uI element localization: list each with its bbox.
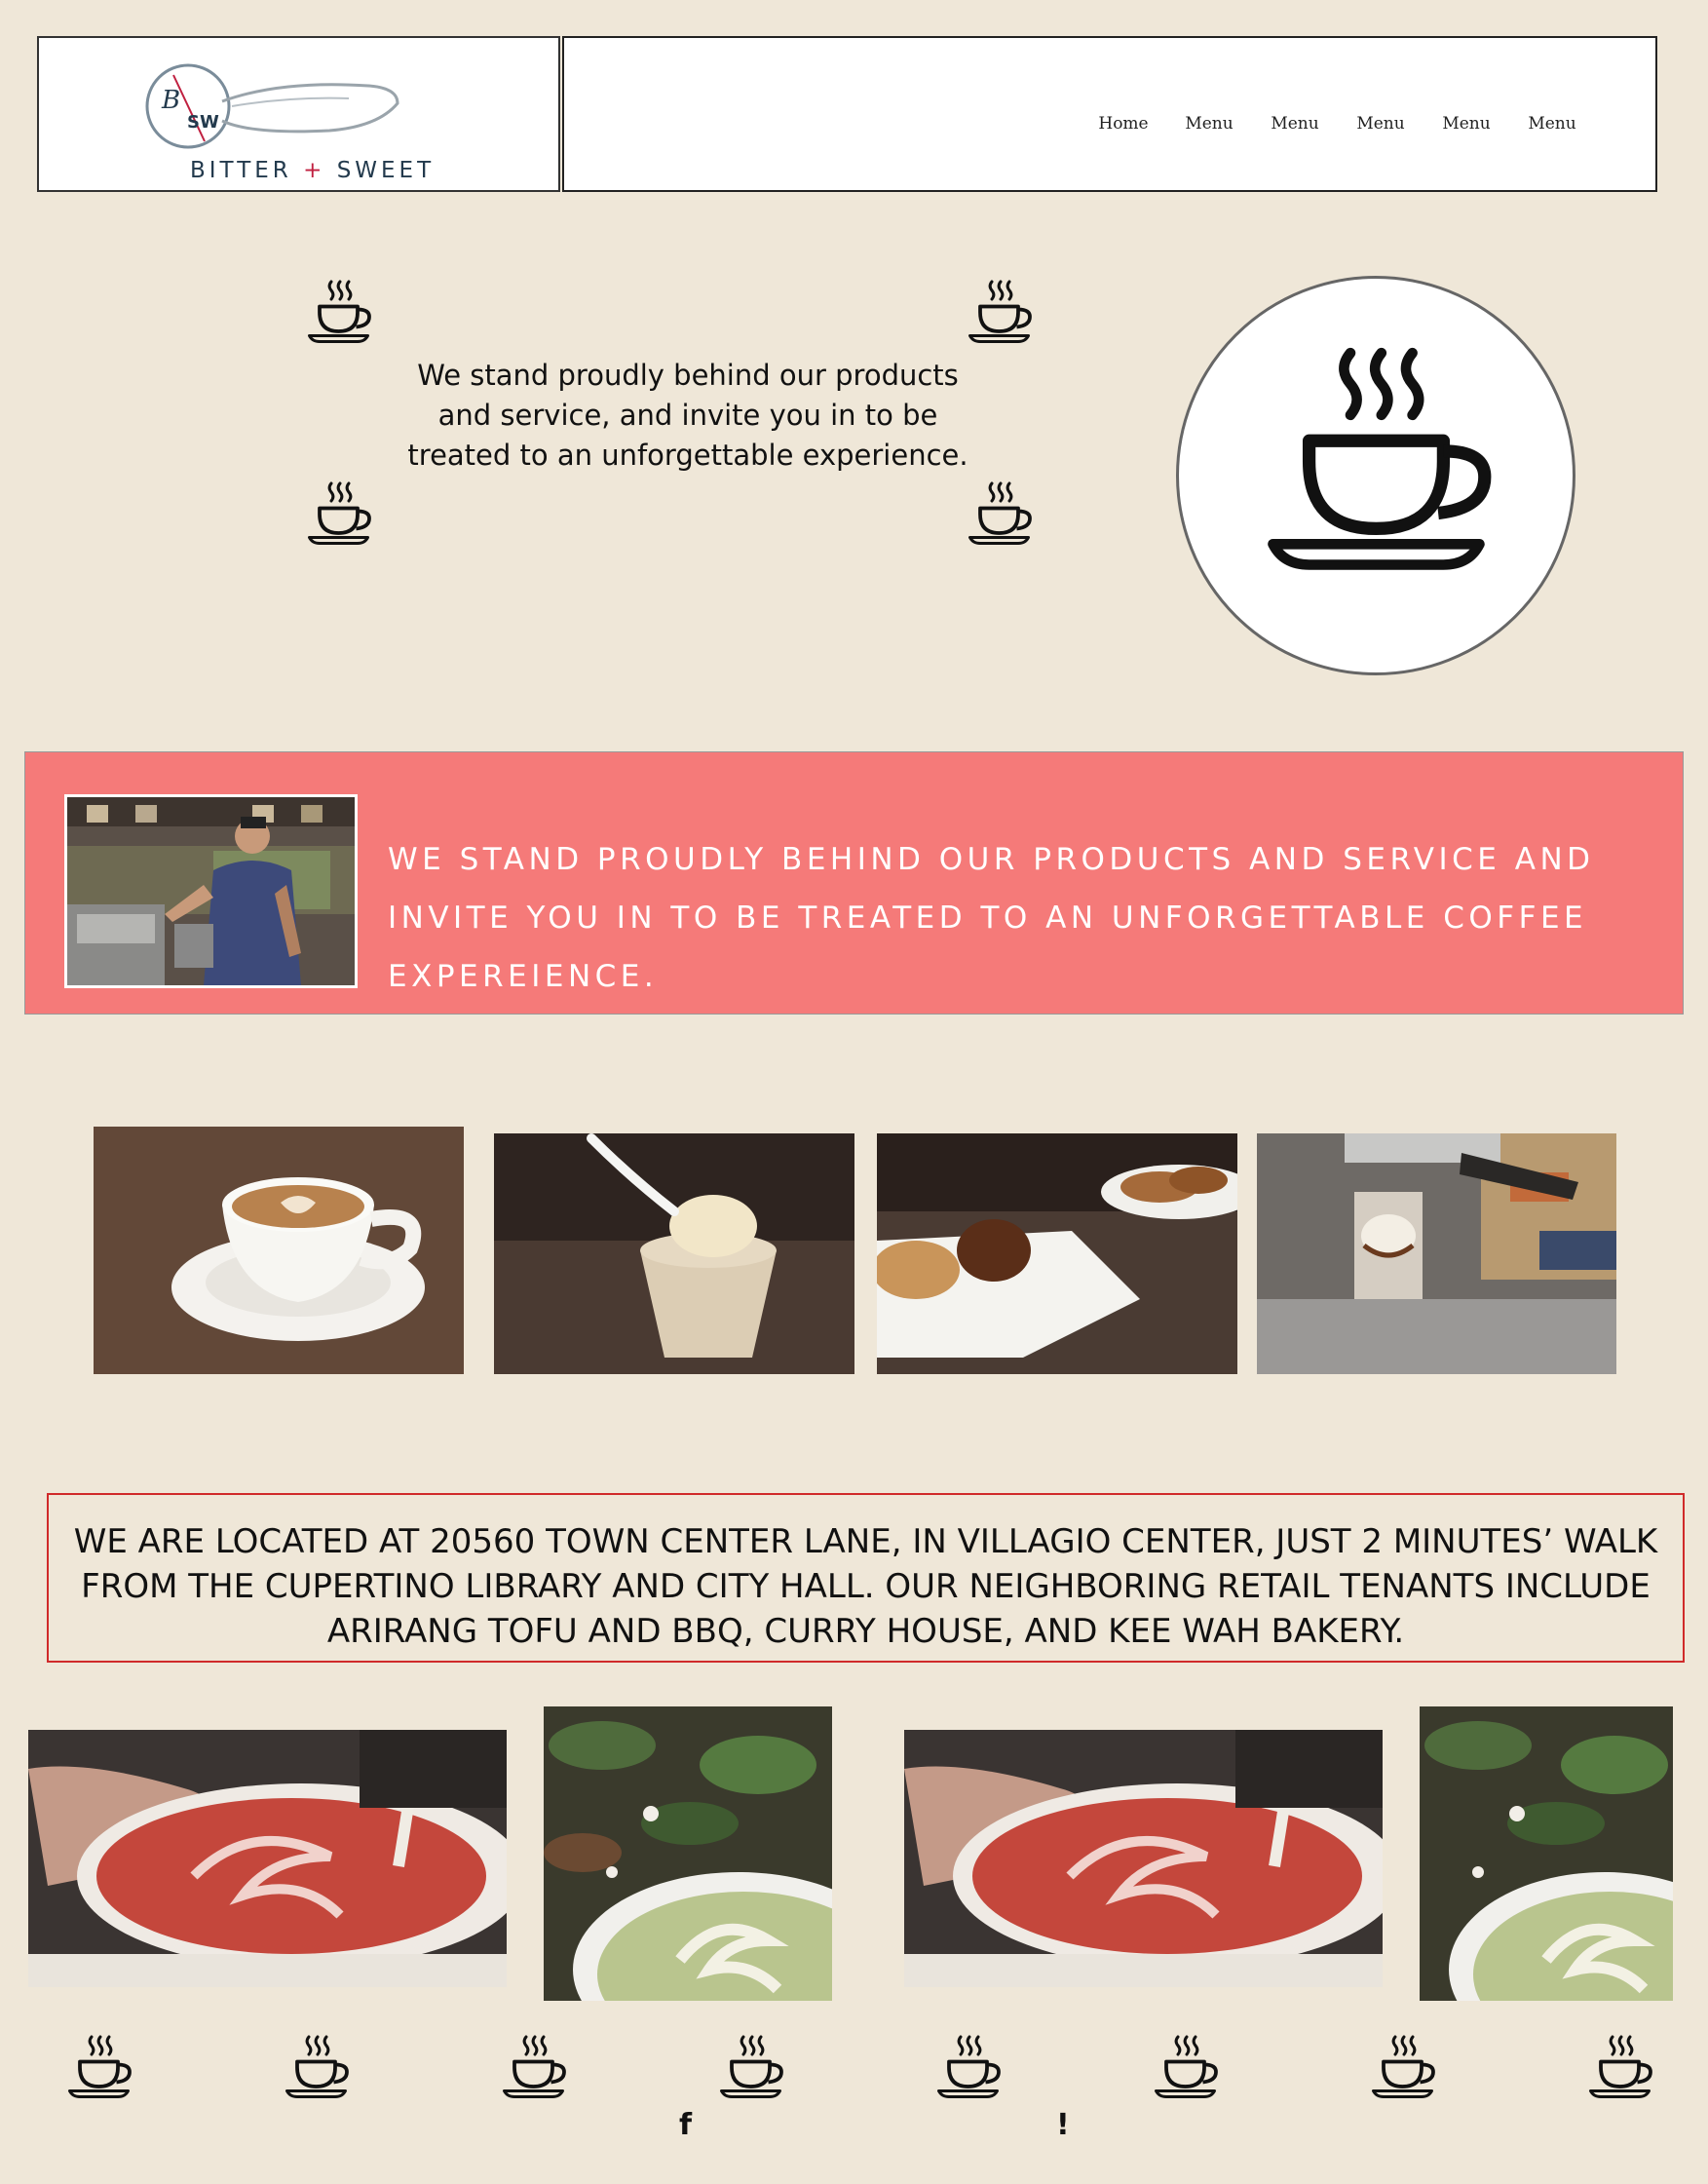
pastries-plate-photo (877, 1133, 1237, 1374)
logo-monogram-b: B (161, 86, 180, 115)
coffee-cup-icon (1583, 2031, 1656, 2104)
coffee-cup-icon (1366, 2031, 1439, 2104)
banner-text: WE STAND PROUDLY BEHIND OUR PRODUCTS AND… (388, 842, 1595, 994)
ice-cream-cup-photo (494, 1133, 854, 1374)
alert-icon[interactable]: ! (1056, 2108, 1070, 2142)
coffee-cup-icon (302, 276, 375, 349)
red-latte-pour-photo (28, 1730, 507, 1987)
navigation-bar: Home Menu Menu Menu Menu Menu (562, 36, 1657, 192)
promo-banner: WE STAND PROUDLY BEHIND OUR PRODUCTS AND… (24, 751, 1684, 1015)
coffee-cup-icon (280, 2031, 353, 2104)
nav-menu-2[interactable]: Menu (1252, 114, 1338, 134)
logo-monogram-sw: SW (187, 112, 219, 133)
nav-home[interactable]: Home (1081, 114, 1166, 134)
facebook-icon[interactable]: f (679, 2108, 692, 2142)
coffee-cup-icon (1247, 332, 1505, 591)
logo-wordmark: BITTER + SWEET (190, 158, 436, 183)
coffee-cup-icon (1149, 2031, 1222, 2104)
coffee-cup-icon (963, 276, 1036, 349)
nav-menu-4[interactable]: Menu (1423, 114, 1509, 134)
matcha-latte-photo (1420, 1706, 1673, 2001)
nav-menu-3[interactable]: Menu (1338, 114, 1423, 134)
nav-menu-1[interactable]: Menu (1166, 114, 1252, 134)
barista-photo (64, 794, 358, 988)
intro-text: We stand proudly behind our products and… (407, 359, 968, 472)
nav-menu-5[interactable]: Menu (1509, 114, 1595, 134)
coffee-cup-icon (714, 2031, 787, 2104)
coffee-badge (1176, 276, 1575, 675)
red-latte-pour-photo (904, 1730, 1383, 1987)
coffee-cup-icon (963, 478, 1036, 551)
location-text: WE ARE LOCATED AT 20560 TOWN CENTER LANE… (47, 1493, 1685, 1663)
latte-heart-photo (94, 1127, 464, 1374)
logo-panel: B SW BITTER + SWEET (37, 36, 560, 192)
coffee-cup-icon (497, 2031, 570, 2104)
affogato-espresso-photo (1257, 1133, 1616, 1374)
coffee-cup-icon (931, 2031, 1005, 2104)
matcha-latte-photo (544, 1706, 832, 2001)
coffee-cup-icon (62, 2031, 135, 2104)
coffee-cup-icon (302, 478, 375, 551)
nav-links: Home Menu Menu Menu Menu Menu (1081, 114, 1595, 134)
logo-mark-icon: B SW (145, 63, 399, 149)
